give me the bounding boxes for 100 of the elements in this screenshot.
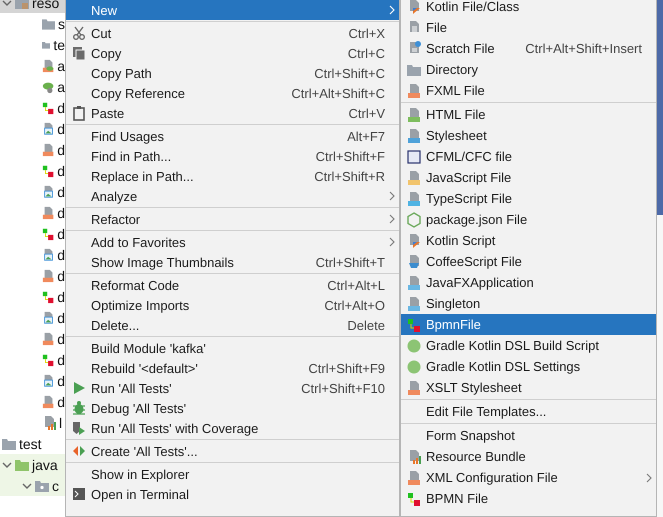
tree-item-label: d bbox=[57, 100, 65, 116]
tree-row[interactable]: s bbox=[0, 13, 65, 34]
menu-item[interactable]: Resource Bundle bbox=[401, 446, 656, 467]
menu-item[interactable]: Form Snapshot bbox=[401, 425, 656, 446]
menu-item[interactable]: package.json File bbox=[401, 209, 656, 230]
menu-item[interactable]: Show in Explorer bbox=[66, 464, 399, 484]
menu-item[interactable]: Run 'All Tests' with Coverage bbox=[66, 418, 399, 438]
tree-row[interactable]: d bbox=[0, 160, 65, 181]
bar-chart-file-icon bbox=[42, 414, 56, 430]
image-file-icon bbox=[42, 184, 54, 200]
menu-item[interactable]: JavaFXApplication bbox=[401, 272, 656, 293]
tree-item-label: d bbox=[57, 120, 65, 136]
menu-item[interactable]: Analyze bbox=[66, 186, 399, 206]
menu-item[interactable]: Singleton bbox=[401, 293, 656, 314]
chevron-icon[interactable] bbox=[22, 480, 32, 490]
tree-item-label: l bbox=[59, 414, 62, 430]
menu-item[interactable]: Run 'All Tests' Ctrl+Shift+F10 bbox=[66, 378, 399, 398]
tree-row[interactable]: a bbox=[0, 76, 65, 97]
menu-item[interactable]: Directory bbox=[401, 59, 656, 80]
menu-item[interactable]: Find in Path... Ctrl+Shift+F bbox=[66, 146, 399, 166]
menu-item[interactable]: XSLT Stylesheet bbox=[401, 377, 656, 398]
tree-row[interactable]: test bbox=[0, 433, 65, 454]
menu-item[interactable]: New bbox=[66, 0, 399, 20]
menu-item[interactable]: Gradle Kotlin DSL Settings bbox=[401, 356, 656, 377]
tree-row[interactable]: d bbox=[0, 286, 65, 307]
menu-item[interactable]: Cut Ctrl+X bbox=[66, 23, 399, 43]
tree-row[interactable]: d bbox=[0, 139, 65, 160]
menu-item[interactable]: Build Module 'kafka' bbox=[66, 338, 399, 358]
java-file-icon bbox=[407, 274, 421, 290]
menu-item[interactable]: JavaScript File bbox=[401, 167, 656, 188]
menu-item[interactable]: Rebuild '<default>' Ctrl+Shift+F9 bbox=[66, 358, 399, 378]
tree-row[interactable]: l bbox=[0, 412, 65, 433]
tree-item-label: s bbox=[58, 16, 65, 32]
menu-item[interactable]: Scratch File Ctrl+Alt+Shift+Insert bbox=[401, 38, 656, 59]
scissors-icon bbox=[72, 25, 86, 41]
menu-item[interactable]: Refactor bbox=[66, 209, 399, 229]
menu-item[interactable]: Find Usages Alt+F7 bbox=[66, 126, 399, 146]
menu-item[interactable]: Add to Favorites bbox=[66, 232, 399, 252]
menu-item[interactable]: File bbox=[401, 17, 656, 38]
css-file-icon bbox=[407, 128, 421, 144]
tree-item-label: d bbox=[57, 246, 65, 262]
tree-item-label: java bbox=[32, 456, 58, 472]
menu-item[interactable]: XML Configuration File bbox=[401, 467, 656, 488]
menu-item[interactable]: Show Image Thumbnails Ctrl+Shift+T bbox=[66, 252, 399, 272]
menu-item[interactable]: Paste Ctrl+V bbox=[66, 103, 399, 123]
menu-item[interactable]: Copy Ctrl+C bbox=[66, 43, 399, 63]
menu-item[interactable]: Edit File Templates... bbox=[401, 401, 656, 422]
tree-item-label: reso bbox=[32, 0, 60, 10]
menu-item[interactable]: Copy Reference Ctrl+Alt+Shift+C bbox=[66, 83, 399, 103]
tree-row[interactable]: d bbox=[0, 265, 65, 286]
tree-row[interactable]: a bbox=[0, 55, 65, 76]
tree-row[interactable]: d bbox=[0, 118, 65, 139]
menu-item[interactable]: Optimize Imports Ctrl+Alt+O bbox=[66, 295, 399, 315]
menu-item[interactable]: Kotlin File/Class bbox=[401, 0, 656, 17]
gradle-circle-icon bbox=[407, 338, 421, 354]
chevron-icon[interactable] bbox=[2, 0, 12, 8]
menu-item[interactable]: Stylesheet bbox=[401, 125, 656, 146]
menu-item[interactable]: Reformat Code Ctrl+Alt+L bbox=[66, 275, 399, 295]
tree-item-label: test bbox=[19, 436, 42, 452]
tree-row[interactable]: d bbox=[0, 328, 65, 349]
menu-item[interactable]: Copy Path Ctrl+Shift+C bbox=[66, 63, 399, 83]
play-icon bbox=[72, 380, 86, 396]
menu-item[interactable]: Gradle Kotlin DSL Build Script bbox=[401, 335, 656, 356]
menu-item[interactable]: FXML File bbox=[401, 80, 656, 101]
bug-icon bbox=[72, 400, 86, 416]
menu-item[interactable]: TypeScript File bbox=[401, 188, 656, 209]
menu-item[interactable]: Delete... Delete bbox=[66, 315, 399, 335]
tree-row[interactable]: reso bbox=[0, 0, 65, 13]
tree-row[interactable]: java bbox=[0, 454, 65, 475]
tree-item-label: d bbox=[57, 330, 65, 346]
menu-item[interactable]: Replace in Path... Ctrl+Shift+R bbox=[66, 166, 399, 186]
tree-row[interactable]: c bbox=[0, 475, 65, 496]
tree-row[interactable]: d bbox=[0, 391, 65, 412]
menu-item[interactable]: Debug 'All Tests' bbox=[66, 398, 399, 418]
menu-item[interactable]: BpmnFile bbox=[401, 314, 656, 335]
tree-row[interactable]: te bbox=[0, 34, 65, 55]
menu-item[interactable]: Kotlin Script bbox=[401, 230, 656, 251]
menu-item[interactable]: HTML File bbox=[401, 104, 656, 125]
tree-item-label: c bbox=[52, 478, 59, 494]
tree-row[interactable]: d bbox=[0, 370, 65, 391]
tree-row[interactable]: d bbox=[0, 181, 65, 202]
menu-item[interactable]: BPMN File bbox=[401, 488, 656, 509]
tree-row[interactable]: d bbox=[0, 223, 65, 244]
chevron-icon[interactable] bbox=[2, 460, 12, 470]
xml-file-icon bbox=[42, 142, 54, 158]
bar-chart-file-icon bbox=[407, 448, 421, 464]
xml-file-icon bbox=[42, 394, 54, 410]
tree-item-label: d bbox=[57, 268, 65, 284]
menu-item[interactable]: Open in Terminal bbox=[66, 484, 399, 504]
tree-row[interactable]: d bbox=[0, 97, 65, 118]
tree-row[interactable]: d bbox=[0, 349, 65, 370]
hexagon-icon bbox=[407, 212, 421, 228]
diagram-icon bbox=[407, 316, 421, 332]
tree-row[interactable]: d bbox=[0, 244, 65, 265]
tree-row[interactable]: d bbox=[0, 307, 65, 328]
xml-file-icon bbox=[407, 380, 421, 396]
menu-item[interactable]: Create 'All Tests'... bbox=[66, 441, 399, 461]
menu-item[interactable]: CoffeeScript File bbox=[401, 251, 656, 272]
tree-row[interactable]: d bbox=[0, 202, 65, 223]
menu-item[interactable]: CFML/CFC file bbox=[401, 146, 656, 167]
